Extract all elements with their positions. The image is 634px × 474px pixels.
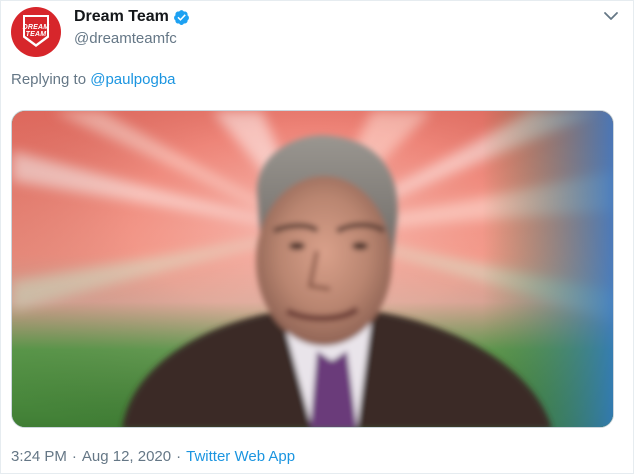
tweet-source-link[interactable]: Twitter Web App bbox=[186, 448, 295, 465]
reply-mention-link[interactable]: @paulpogba bbox=[90, 71, 175, 88]
tweet-time[interactable]: 3:24 PM bbox=[11, 448, 67, 465]
verified-badge-icon bbox=[173, 9, 190, 26]
tweet-card: DREAM TEAM Dream Team @dreamteamfc Reply… bbox=[0, 0, 634, 474]
footer-separator-2: · bbox=[176, 448, 182, 465]
avatar[interactable]: DREAM TEAM bbox=[11, 7, 61, 57]
avatar-text-line2: TEAM bbox=[25, 31, 47, 38]
media-photo bbox=[12, 111, 613, 427]
tweet-media-image[interactable] bbox=[11, 110, 614, 428]
account-handle[interactable]: @dreamteamfc bbox=[74, 30, 177, 47]
display-name[interactable]: Dream Team bbox=[74, 8, 169, 26]
tweet-footer: 3:24 PM · Aug 12, 2020 · Twitter Web App bbox=[11, 448, 295, 465]
tweet-header: DREAM TEAM Dream Team @dreamteamfc bbox=[11, 7, 623, 57]
name-row: Dream Team bbox=[74, 7, 190, 27]
replying-to: Replying to @paulpogba bbox=[11, 71, 176, 88]
chevron-down-icon[interactable] bbox=[603, 9, 619, 23]
replying-to-label: Replying to bbox=[11, 71, 87, 88]
avatar-text-line1: DREAM bbox=[22, 24, 50, 31]
tweet-date[interactable]: Aug 12, 2020 bbox=[82, 448, 171, 465]
footer-separator: · bbox=[71, 448, 77, 465]
